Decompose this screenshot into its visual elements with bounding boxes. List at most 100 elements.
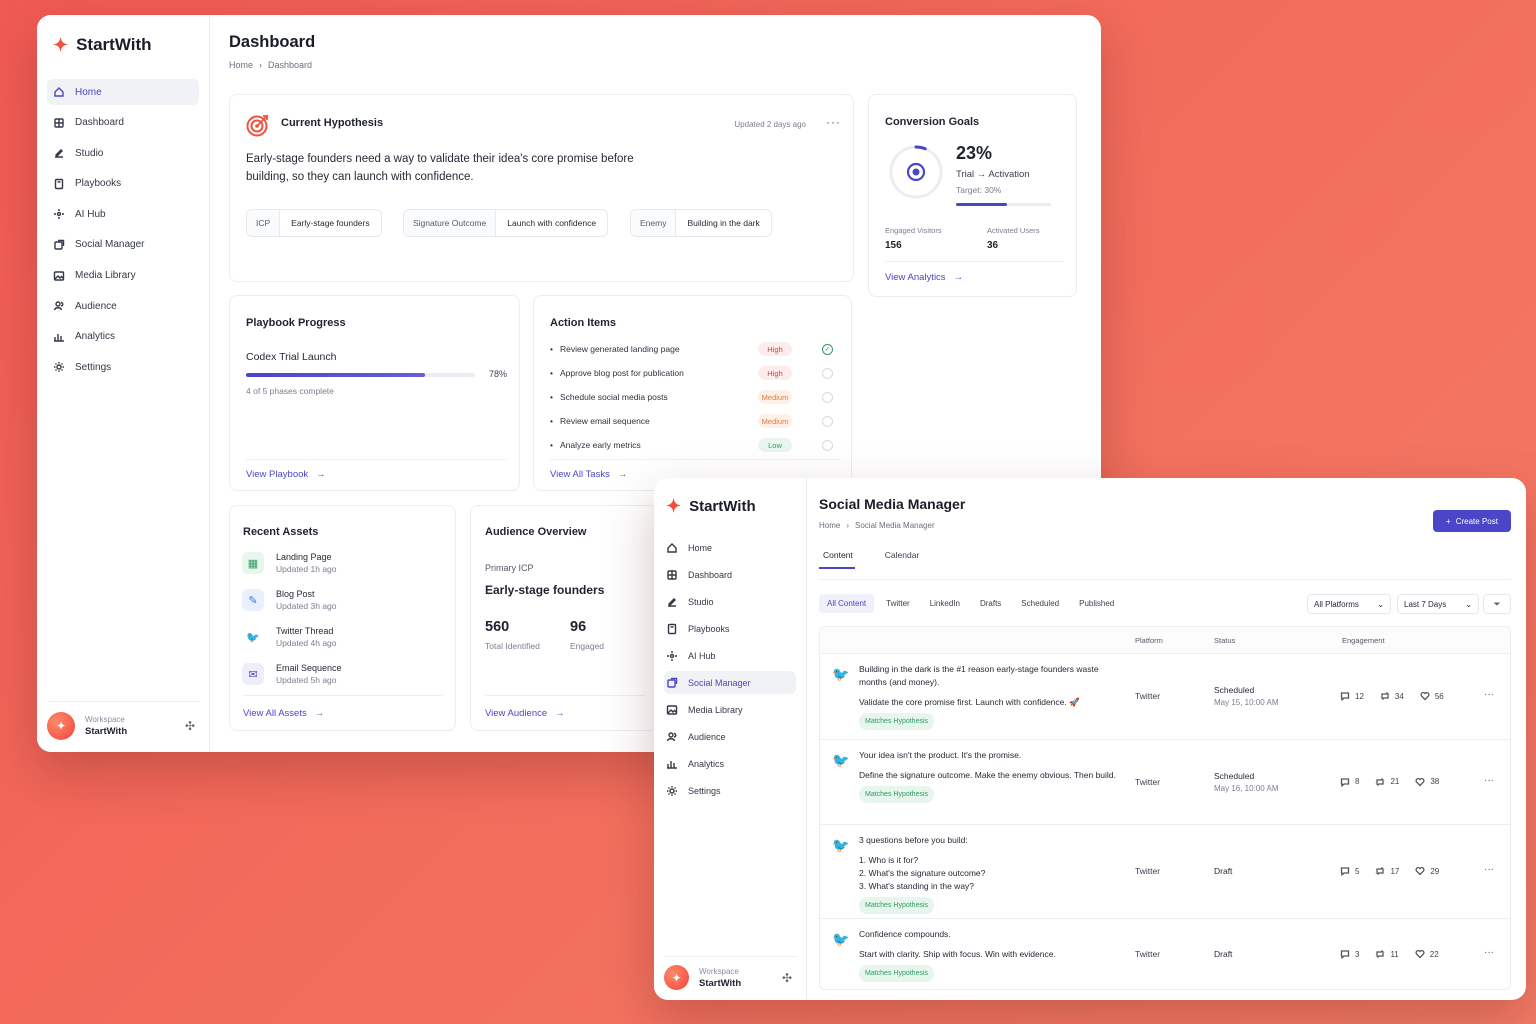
likes-count[interactable]: 22 — [1415, 949, 1439, 959]
expand-icon[interactable]: ✣ — [782, 971, 796, 985]
row-more-icon[interactable]: ··· — [1484, 775, 1494, 786]
playbook-card: Playbook Progress Codex Trial Launch 78%… — [229, 295, 520, 491]
comments-count[interactable]: 5 — [1340, 866, 1359, 876]
brand-logo[interactable]: ✦ StartWith — [666, 497, 756, 515]
sidebar-item-settings[interactable]: Settings — [664, 779, 796, 802]
sidebar-item-media-library[interactable]: Media Library — [47, 263, 199, 289]
breadcrumb-home[interactable]: Home — [819, 521, 840, 530]
priority-badge: Low — [758, 438, 792, 452]
date-range-select[interactable]: Last 7 Days ⌄ — [1397, 594, 1479, 614]
sidebar-item-dashboard[interactable]: Dashboard — [47, 110, 199, 136]
asset-item[interactable]: ✉ Email Sequence Updated 5h ago — [242, 663, 342, 685]
circle-checkbox[interactable] — [822, 439, 833, 451]
sidebar-item-ai-hub[interactable]: AI Hub — [47, 201, 199, 227]
view-all-assets-link[interactable]: View All Assets → — [243, 708, 324, 719]
asset-updated: Updated 1h ago — [276, 564, 337, 574]
sidebar-item-label: Audience — [75, 300, 117, 312]
circle-checkbox[interactable] — [822, 391, 833, 403]
circle-checkbox[interactable] — [822, 415, 833, 427]
filter-drafts[interactable]: Drafts — [972, 594, 1009, 613]
view-all-tasks-link[interactable]: View All Tasks → — [550, 469, 627, 480]
landing-page-icon: ▦ — [242, 552, 264, 574]
sidebar-item-studio[interactable]: Studio — [47, 140, 199, 166]
action-item[interactable]: • Approve blog post for publication High — [550, 364, 833, 382]
action-item-text: Analyze early metrics — [560, 440, 641, 450]
create-post-button[interactable]: + Create Post — [1433, 510, 1511, 532]
sidebar-item-label: Studio — [75, 147, 104, 159]
home-icon — [667, 542, 677, 553]
workspace-switcher[interactable]: ✦ Workspace StartWith ✣ — [664, 956, 796, 990]
view-audience-link[interactable]: View Audience → — [485, 708, 565, 719]
expand-icon[interactable]: ✣ — [185, 719, 199, 733]
comment-icon — [1340, 691, 1350, 701]
reposts-count[interactable]: 34 — [1380, 691, 1404, 701]
action-item[interactable]: • Analyze early metrics Low — [550, 436, 833, 454]
tab-content[interactable]: Content — [819, 548, 855, 569]
table-row[interactable]: 🐦 Building in the dark is the #1 reason e… — [820, 654, 1510, 740]
sidebar-item-playbooks[interactable]: Playbooks — [664, 617, 796, 640]
platform-select[interactable]: All Platforms ⌄ — [1307, 594, 1391, 614]
likes-count[interactable]: 38 — [1415, 777, 1439, 787]
reposts-count[interactable]: 11 — [1375, 949, 1399, 959]
comments-count[interactable]: 3 — [1340, 949, 1359, 959]
column-engagement: Engagement — [1342, 636, 1385, 645]
audience-title: Audience Overview — [485, 526, 587, 538]
row-more-icon[interactable]: ··· — [1484, 947, 1494, 958]
sidebar-item-social-manager[interactable]: Social Manager — [47, 232, 199, 258]
sidebar-item-media-library[interactable]: Media Library — [664, 698, 796, 721]
filter-twitter[interactable]: Twitter — [878, 594, 918, 613]
asset-item[interactable]: 🐦 Twitter Thread Updated 4h ago — [242, 626, 337, 648]
filter-linkedin[interactable]: LinkedIn — [922, 594, 968, 613]
sidebar-item-audience[interactable]: Audience — [664, 725, 796, 748]
action-item[interactable]: • Review email sequence Medium — [550, 412, 833, 430]
sidebar-item-ai-hub[interactable]: AI Hub — [664, 644, 796, 667]
sidebar-item-analytics[interactable]: Analytics — [47, 324, 199, 350]
sidebar-item-audience[interactable]: Audience — [47, 293, 199, 319]
reposts-count[interactable]: 21 — [1375, 777, 1399, 787]
tab-calendar[interactable]: Calendar — [881, 548, 920, 569]
table-row[interactable]: 🐦 Confidence compounds. Start with clarity… — [820, 919, 1510, 989]
filter-scheduled[interactable]: Scheduled — [1013, 594, 1067, 613]
sidebar-item-studio[interactable]: Studio — [664, 590, 796, 613]
sidebar-nav: Home Dashboard Studio Playbooks AI Hub Social… — [47, 79, 199, 385]
row-more-icon[interactable]: ··· — [1484, 864, 1494, 875]
filter-icon[interactable]: ⏷ — [1483, 594, 1511, 614]
sidebar-item-dashboard[interactable]: Dashboard — [664, 563, 796, 586]
asset-item[interactable]: ▦ Landing Page Updated 1h ago — [242, 552, 337, 574]
action-item[interactable]: • Review generated landing page High ✓ — [550, 340, 833, 358]
filter-all-content[interactable]: All Content — [819, 594, 875, 613]
sidebar-item-home[interactable]: Home — [664, 536, 796, 559]
repost-icon — [1375, 949, 1386, 959]
priority-badge: Medium — [758, 390, 792, 404]
reposts-count[interactable]: 17 — [1375, 866, 1399, 876]
stat-value: 156 — [885, 240, 902, 251]
sidebar-item-analytics[interactable]: Analytics — [664, 752, 796, 775]
view-analytics-link[interactable]: View Analytics → — [885, 272, 963, 283]
workspace-switcher[interactable]: ✦ Workspace StartWith ✣ — [47, 701, 199, 740]
sidebar-item-playbooks[interactable]: Playbooks — [47, 171, 199, 197]
more-icon[interactable]: ··· — [826, 115, 841, 129]
asset-item[interactable]: ✎ Blog Post Updated 3h ago — [242, 589, 337, 611]
filter-published[interactable]: Published — [1071, 594, 1122, 613]
page-title: Dashboard — [229, 33, 316, 51]
action-item[interactable]: • Schedule social media posts Medium — [550, 388, 833, 406]
view-playbook-link[interactable]: View Playbook → — [246, 469, 326, 480]
check-circle-icon[interactable]: ✓ — [822, 343, 833, 355]
comments-count[interactable]: 12 — [1340, 691, 1364, 701]
comments-count[interactable]: 8 — [1340, 777, 1359, 787]
sidebar-item-social-manager[interactable]: Social Manager — [664, 671, 796, 694]
sidebar-item-settings[interactable]: Settings — [47, 354, 199, 380]
table-row[interactable]: 🐦 Your idea isn't the product. It's the p… — [820, 740, 1510, 825]
priority-badge: Medium — [758, 414, 792, 428]
post-text: Start with clarity. Ship with focus. Win… — [859, 949, 1056, 959]
brand-logo[interactable]: ✦ StartWith — [53, 35, 152, 55]
sidebar-item-home[interactable]: Home — [47, 79, 199, 105]
likes-count[interactable]: 29 — [1415, 866, 1439, 876]
table-row[interactable]: 🐦 3 questions before you build: 1. Who is … — [820, 825, 1510, 919]
circle-checkbox[interactable] — [822, 367, 833, 379]
row-more-icon[interactable]: ··· — [1484, 689, 1494, 700]
post-status: Draft — [1214, 949, 1233, 959]
arrow-right-icon: → — [314, 708, 325, 719]
likes-count[interactable]: 56 — [1420, 691, 1444, 701]
breadcrumb-home[interactable]: Home — [229, 60, 253, 70]
